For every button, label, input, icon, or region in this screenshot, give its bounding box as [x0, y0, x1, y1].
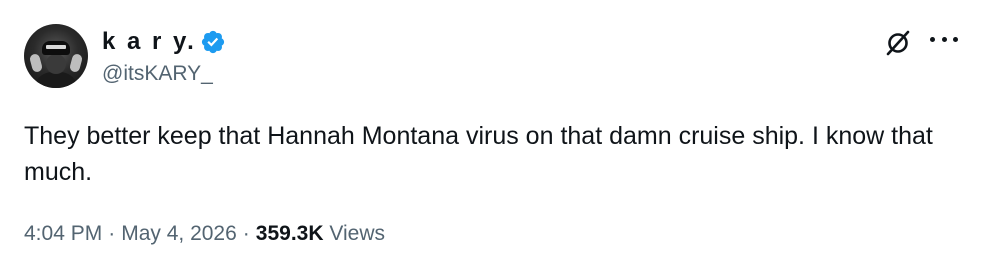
- author-display-name[interactable]: k a r y.: [102, 28, 196, 56]
- author-name-row: k a r y.: [102, 28, 226, 56]
- avatar-hand-right: [68, 53, 84, 73]
- avatar-cap-logo: [46, 45, 66, 49]
- avatar-face: [46, 54, 66, 74]
- avatar-body: [34, 72, 78, 88]
- views-label[interactable]: Views: [329, 222, 385, 245]
- tweet-text: They better keep that Hannah Montana vir…: [24, 122, 933, 186]
- author-handle[interactable]: @itsKARY_: [102, 62, 213, 86]
- more-dot: [953, 36, 958, 42]
- tweet-card: k a r y. @itsKARY_ They better keep that…: [0, 0, 990, 276]
- meta-separator: ·: [108, 222, 116, 245]
- tweet-meta: 4:04 PM · May 4, 2026 · 359.3K Views: [24, 222, 385, 246]
- verified-badge-icon[interactable]: [200, 29, 226, 55]
- more-options-icon[interactable]: [930, 32, 958, 46]
- more-dot: [941, 36, 947, 42]
- views-count[interactable]: 359.3K: [256, 222, 324, 245]
- grok-icon[interactable]: [883, 28, 913, 58]
- tweet-time[interactable]: 4:04 PM: [24, 222, 102, 245]
- avatar-hand-left: [28, 53, 44, 73]
- more-dot: [930, 36, 935, 42]
- avatar[interactable]: [24, 24, 88, 88]
- tweet-date[interactable]: May 4, 2026: [121, 222, 237, 245]
- meta-separator: ·: [242, 222, 250, 245]
